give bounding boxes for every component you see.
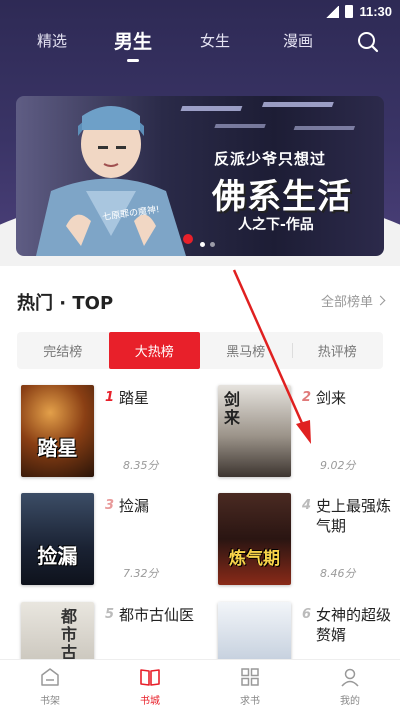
bottom-nav-label: 求书 bbox=[240, 696, 260, 707]
book-item[interactable]: 炼气期 4 史上最强炼气期 8.46分 bbox=[218, 493, 398, 593]
cover-title: 剑来 bbox=[224, 390, 241, 427]
signal-icon bbox=[325, 5, 340, 18]
rank-number: 4 bbox=[302, 498, 312, 513]
grid-icon bbox=[241, 668, 259, 686]
banner-author: 人之下-作品 bbox=[238, 217, 314, 233]
bottom-nav: 书架 书城 求书 我的 bbox=[0, 659, 400, 711]
book-title: 剑来 bbox=[316, 389, 347, 407]
banner-subtitle: 反派少爷只想过 bbox=[214, 150, 327, 168]
book-title: 捡漏 bbox=[119, 497, 150, 515]
book-score: 8.35分 bbox=[123, 459, 159, 472]
bottom-nav-label: 书架 bbox=[40, 696, 60, 707]
tab-male-label: 男生 bbox=[113, 31, 153, 53]
status-bar: 11:30 bbox=[0, 0, 400, 22]
cover-title: 踏星 bbox=[37, 436, 78, 460]
cover-title: 都市古 bbox=[61, 607, 78, 660]
book-item[interactable]: 踏星 1 踏星 8.35分 bbox=[21, 385, 201, 485]
book-item[interactable]: 都市古 5 都市古仙医 bbox=[21, 602, 201, 659]
book-item[interactable]: 剑来 2 剑来 9.02分 bbox=[218, 385, 398, 485]
book-cover bbox=[218, 602, 291, 659]
tab-top-reviewed[interactable]: 热评榜 bbox=[291, 332, 384, 369]
rank-number: 6 bbox=[302, 607, 312, 622]
battery-icon bbox=[345, 5, 354, 18]
banner-title: 佛系生活 bbox=[212, 177, 352, 217]
book-score: 8.46分 bbox=[320, 567, 356, 580]
book-title: 史上最强炼气期 bbox=[316, 497, 392, 535]
cover-title: 捡漏 bbox=[37, 544, 78, 568]
book-cover: 捡漏 bbox=[21, 493, 94, 585]
promo-banner[interactable]: 七原罪の魔神! 反派少爷只想过 佛系生活 人之下-作品 bbox=[16, 96, 384, 256]
bottom-nav-label: 我的 bbox=[340, 696, 360, 707]
user-icon bbox=[341, 668, 359, 687]
carousel-dot-active bbox=[200, 242, 205, 247]
book-item[interactable]: 捡漏 3 捡漏 7.32分 bbox=[21, 493, 201, 593]
book-title: 女神的超级赘婿 bbox=[316, 606, 392, 644]
tab-comics[interactable]: 漫画 bbox=[283, 30, 313, 51]
bottom-nav-profile[interactable]: 我的 bbox=[300, 660, 400, 711]
section-title: 热门 · TOP bbox=[17, 293, 114, 314]
book-score: 7.32分 bbox=[123, 567, 159, 580]
ranking-tabs: 完结榜 大热榜 黑马榜 热评榜 bbox=[17, 332, 383, 369]
book-cover: 都市古 bbox=[21, 602, 94, 659]
book-title: 踏星 bbox=[119, 389, 150, 407]
bookshelf-icon bbox=[41, 668, 59, 686]
book-title: 都市古仙医 bbox=[119, 606, 195, 624]
open-book-icon bbox=[140, 669, 160, 686]
carousel-dot bbox=[210, 242, 215, 247]
book-cover: 炼气期 bbox=[218, 493, 291, 585]
all-rankings-label: 全部榜单 bbox=[320, 295, 373, 310]
rank-number: 3 bbox=[105, 498, 115, 513]
tab-male[interactable]: 男生 bbox=[113, 27, 153, 62]
tab-featured[interactable]: 精选 bbox=[37, 30, 67, 51]
book-item[interactable]: 6 女神的超级赘婿 bbox=[218, 602, 398, 659]
bottom-nav-label: 书城 bbox=[140, 696, 160, 707]
tab-hot[interactable]: 大热榜 bbox=[108, 332, 200, 369]
book-cover: 踏星 bbox=[21, 385, 94, 477]
hot-top-section: 热门 · TOP 全部榜单 完结榜 大热榜 黑马榜 热评榜 踏星 1 踏星 8.… bbox=[0, 266, 400, 659]
all-rankings-link[interactable]: 全部榜单 bbox=[320, 291, 386, 310]
bottom-nav-bookshelf[interactable]: 书架 bbox=[0, 660, 100, 711]
bottom-nav-bookstore[interactable]: 书城 bbox=[100, 660, 200, 711]
bottom-nav-request-book[interactable]: 求书 bbox=[200, 660, 300, 711]
book-score: 9.02分 bbox=[320, 459, 356, 472]
top-nav: 精选 男生 女生 漫画 bbox=[0, 24, 400, 64]
rank-number: 5 bbox=[105, 607, 115, 622]
chevron-right-icon bbox=[375, 295, 386, 306]
status-time: 11:30 bbox=[359, 4, 392, 19]
book-cover: 剑来 bbox=[218, 385, 291, 477]
rank-number: 2 bbox=[302, 390, 312, 405]
tab-female[interactable]: 女生 bbox=[200, 30, 230, 51]
rank-number: 1 bbox=[105, 390, 115, 405]
banner-character-illustration bbox=[36, 106, 193, 256]
active-tab-indicator bbox=[126, 59, 139, 62]
search-icon[interactable] bbox=[356, 30, 380, 54]
tab-dark-horse[interactable]: 黑马榜 bbox=[200, 332, 292, 369]
tab-completed[interactable]: 完结榜 bbox=[17, 332, 109, 369]
cover-title: 炼气期 bbox=[229, 549, 280, 569]
